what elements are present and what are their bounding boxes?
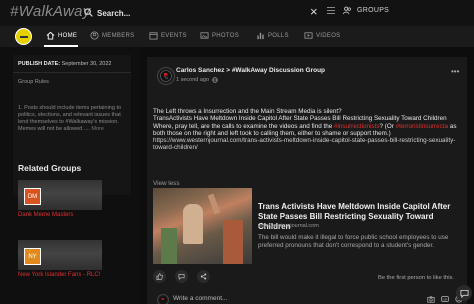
share-button[interactable] (197, 270, 210, 283)
chat-icon (459, 289, 469, 298)
divider (13, 72, 131, 73)
rules-more-link[interactable]: More (91, 126, 104, 132)
events-icon (149, 32, 158, 40)
groups-button[interactable]: GROUPS (343, 6, 389, 15)
groups-icon (343, 6, 351, 15)
search-input[interactable] (97, 6, 317, 20)
polls-icon (257, 32, 264, 40)
about-card: PUBLISH DATE: September 30, 2022 Group R… (13, 55, 131, 195)
page: #WalkAway × GROUPS HOME MEMBERS (0, 0, 474, 304)
camera-icon[interactable] (427, 295, 435, 303)
related-group-thumbnail[interactable]: NY (18, 240, 102, 270)
thumbs-up-icon (156, 273, 163, 280)
related-group-badge: NY (24, 248, 41, 265)
tab-events[interactable]: EVENTS (149, 31, 187, 40)
menu-icon[interactable] (327, 7, 335, 15)
comment-bar: GIF (147, 293, 467, 304)
post-link[interactable]: https://www.westernjournal.com/trans-act… (153, 137, 463, 152)
members-icon (90, 31, 99, 40)
antifa-logo-icon (160, 70, 172, 82)
preview-description: The bill would make it illegal to force … (258, 234, 449, 249)
top-header: #WalkAway × GROUPS (0, 0, 474, 26)
related-group-thumbnail[interactable]: DM (18, 180, 102, 210)
group-avatar[interactable] (15, 28, 32, 45)
close-icon[interactable]: × (310, 5, 318, 19)
feed: Carlos Sanchez > #WalkAway Discussion Gr… (140, 47, 474, 304)
like-button[interactable] (153, 270, 166, 283)
sidebar: PUBLISH DATE: September 30, 2022 Group R… (0, 47, 140, 304)
groups-label: GROUPS (357, 7, 390, 14)
post-timestamp: 1 second ago (176, 77, 218, 83)
site-logo[interactable]: #WalkAway (10, 3, 91, 20)
related-group-name[interactable]: New York Islander Fans - RLC! (18, 272, 102, 278)
related-group-badge: DM (24, 188, 41, 205)
post-card: Carlos Sanchez > #WalkAway Discussion Gr… (147, 57, 467, 293)
tab-home[interactable]: HOME (46, 31, 77, 40)
videos-icon (304, 32, 313, 39)
related-group-item[interactable]: NY New York Islander Fans - RLC! (18, 240, 102, 278)
search-icon (84, 8, 93, 17)
comment-button[interactable] (175, 270, 188, 283)
comment-icon (178, 274, 185, 280)
group-rules-text: 1. Posts should include items pertaining… (18, 105, 122, 132)
preview-image[interactable] (153, 188, 252, 264)
share-icon (200, 273, 207, 280)
post-body: The Left throws a Insurrection and the M… (153, 108, 463, 152)
group-nav: HOME MEMBERS EVENTS PHOTOS POLLS VIDEOS (0, 26, 474, 47)
group-rules-label: Group Rules (18, 79, 49, 85)
svg-text:GIF: GIF (443, 297, 448, 301)
home-icon (46, 31, 55, 40)
post-options-icon[interactable]: ••• (451, 67, 459, 76)
tab-members[interactable]: MEMBERS (90, 31, 134, 40)
photos-icon (200, 32, 209, 39)
tab-photos[interactable]: PHOTOS (200, 31, 239, 40)
gif-icon[interactable]: GIF (441, 295, 449, 303)
link-preview[interactable]: Trans Activists Have Meltdown Inside Cap… (153, 188, 461, 264)
tab-videos[interactable]: VIDEOS (304, 31, 340, 40)
comment-avatar (157, 294, 169, 304)
post-actions (153, 270, 210, 283)
chat-button[interactable] (456, 285, 472, 301)
preview-domain: www.westernjournal.com (258, 223, 319, 229)
related-groups-title: Related Groups (18, 163, 82, 173)
globe-icon (212, 77, 218, 83)
first-like-text: Be the first person to like this. (378, 275, 455, 281)
hashtag-link[interactable]: #terroristinsurrecta (396, 123, 449, 130)
hashtag-link[interactable]: #insurrectionists (334, 123, 380, 130)
publish-date: PUBLISH DATE: September 30, 2022 (18, 61, 112, 67)
related-group-item[interactable]: DM Dank Meme Masters (18, 180, 102, 218)
author-avatar[interactable] (157, 67, 175, 85)
comment-input[interactable] (173, 293, 403, 304)
related-group-name[interactable]: Dank Meme Masters (18, 212, 102, 218)
antifa-logo-icon (159, 296, 167, 304)
post-author[interactable]: Carlos Sanchez > #WalkAway Discussion Gr… (176, 67, 325, 74)
tab-polls[interactable]: POLLS (256, 31, 289, 40)
view-less-link[interactable]: View less (153, 180, 179, 187)
